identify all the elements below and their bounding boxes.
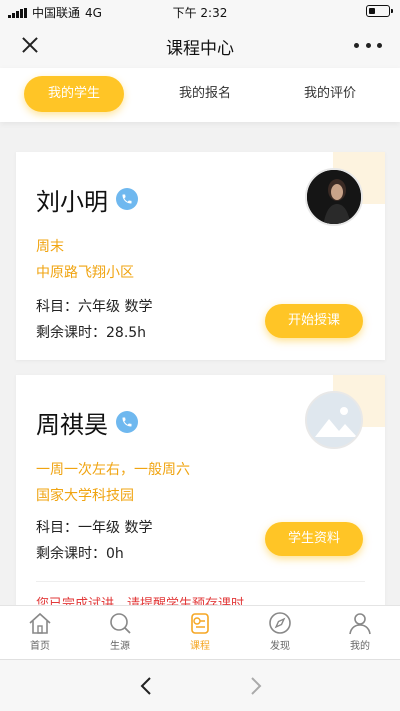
status-bar: 中国联通 4G 下午 2:32 [0,0,400,22]
tabbar-item-students[interactable]: 生源 [90,610,150,652]
tabbar-item-discover[interactable]: 发现 [250,610,310,652]
tab-my-reviews[interactable]: 我的评价 [285,76,375,112]
tabbar-item-course[interactable]: 课程 [170,610,230,652]
tabbar-label: 首页 [30,641,50,652]
location-text: 中原路飞翔小区 [36,265,134,281]
remaining-hours: 剩余课时：0h [36,546,124,562]
tabbar-item-profile[interactable]: 我的 [330,610,390,652]
subject-text: 科目：一年级 数学 [36,520,153,536]
more-icon[interactable] [354,34,382,56]
search-icon [110,613,131,634]
schedule-text: 周末 [36,239,64,255]
student-name: 刘小明 [36,188,108,216]
compass-icon [269,612,291,634]
tabbar-label: 生源 [110,641,130,652]
home-icon [29,612,51,634]
tabbar-label: 发现 [270,641,290,652]
tab-my-students[interactable]: 我的学生 [24,76,124,112]
back-arrow-icon[interactable] [136,675,158,697]
student-card[interactable]: 周祺昊 一周一次左右，一般周六 国家大学科技园 科目：一年级 数学 剩余课时：0… [16,375,385,607]
student-card[interactable]: 刘小明 周末 中原路飞翔小区 科目：六年级 数学 剩余课时：28.5h 开始授课 [16,152,385,360]
browser-nav-bar [0,659,400,711]
schedule-text: 一周一次左右，一般周六 [36,462,190,478]
status-time: 下午 2:32 [172,6,228,20]
student-name: 周祺昊 [36,411,108,439]
student-avatar [305,168,363,226]
battery-icon [366,5,393,17]
tab-my-registrations[interactable]: 我的报名 [160,76,250,112]
tab-bar-top: 我的学生 我的报名 我的评价 [0,68,400,122]
phone-icon[interactable] [116,411,138,433]
card-divider [36,581,365,582]
subject-text: 科目：六年级 数学 [36,299,153,315]
tabbar-label: 我的 [350,641,370,652]
tabbar-item-home[interactable]: 首页 [10,610,70,652]
nav-bar: 课程中心 [0,22,400,68]
placeholder-avatar [305,391,363,449]
start-class-button[interactable]: 开始授课 [265,304,363,338]
remaining-hours: 剩余课时：28.5h [36,325,147,341]
location-text: 国家大学科技园 [36,488,134,504]
forward-arrow-icon[interactable] [244,675,266,697]
course-icon [191,613,209,634]
profile-icon [349,613,371,635]
tabbar-label: 课程 [190,641,210,652]
page-title: 课程中心 [166,39,234,59]
student-profile-button[interactable]: 学生资料 [265,522,363,556]
phone-icon[interactable] [116,188,138,210]
bottom-tab-bar: 首页 生源 课程 发现 我的 [0,605,400,659]
